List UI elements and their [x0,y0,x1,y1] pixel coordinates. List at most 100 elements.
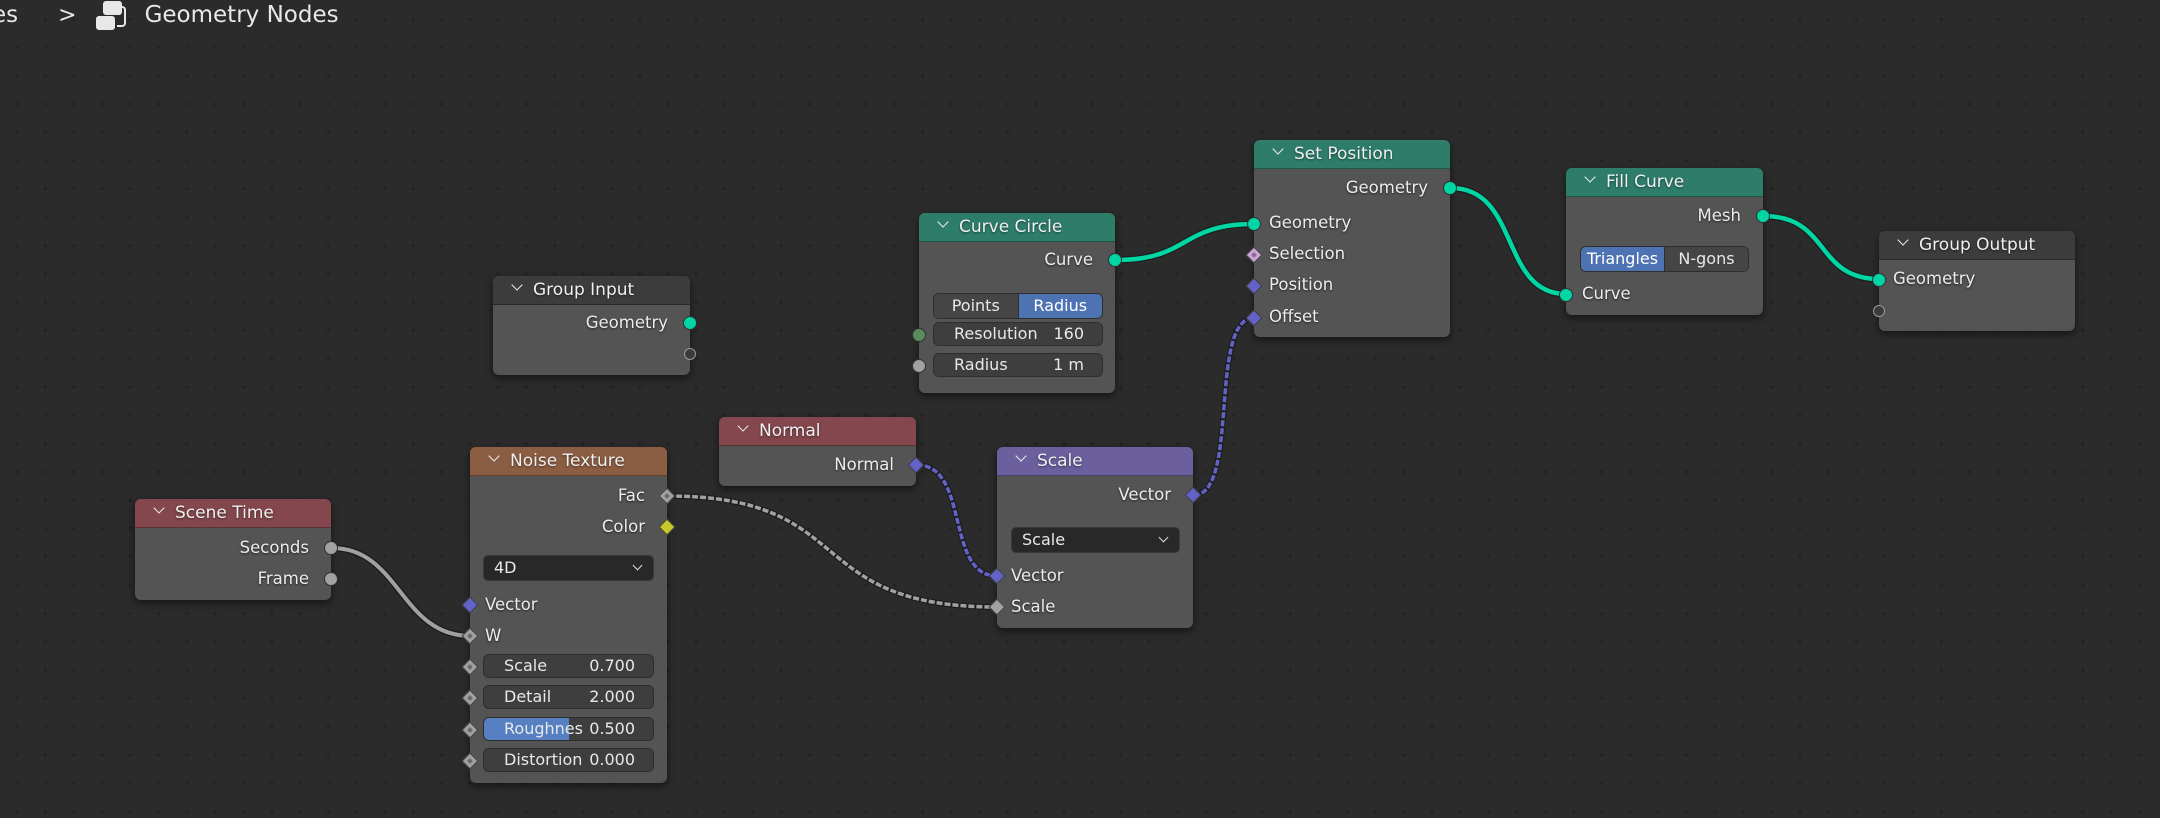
link-geometry-to-curve[interactable] [1450,185,1567,297]
roughness-slider[interactable]: Roughnes 0.500 [483,717,654,741]
link-fac-to-scale[interactable] [667,494,998,609]
chevron-right-icon: > [58,2,77,28]
socket-geometry-in[interactable] [1872,273,1886,287]
node-set-position[interactable]: Set Position Geometry Geometry Selection… [1245,140,1457,337]
mode-radius-button[interactable]: Radius [1017,294,1102,318]
node-normal[interactable]: Normal Normal [719,417,925,486]
field-value: 0.000 [589,750,635,769]
link-curve-to-geometry[interactable] [1115,221,1255,263]
node-group-output[interactable]: Group Output Geometry [1872,231,2075,331]
node-header[interactable]: Fill Curve [1566,168,1763,197]
node-title: Group Input [533,280,635,300]
detail-field[interactable]: Detail 2.000 [483,685,654,709]
socket-normal-out[interactable] [907,456,925,474]
link-vector-to-offset[interactable] [1193,316,1255,497]
node-header[interactable]: Scene Time [135,499,331,528]
output-mesh-label: Mesh [1697,206,1741,225]
mode-triangles-button[interactable]: Triangles [1581,247,1664,271]
node-title: Normal [759,421,821,441]
socket-detail-in[interactable] [461,689,479,707]
socket-radius-in[interactable] [912,359,926,373]
input-position-label: Position [1269,275,1334,294]
socket-geometry-out[interactable] [1443,181,1457,195]
field-label: Distortion [504,750,583,769]
node-scale[interactable]: Scale Vector Scale Vector Scale [988,447,1202,628]
node-header[interactable]: Noise Texture [470,447,667,476]
chevron-down-icon[interactable] [511,281,523,293]
socket-resolution-in[interactable] [912,328,926,342]
dimensions-dropdown[interactable]: 4D [483,555,654,581]
socket-scale-in[interactable] [461,658,479,676]
link-mesh-to-geometry[interactable] [1763,213,1880,282]
link-fac-to-scale[interactable] [667,493,998,610]
field-value: 1 m [1053,355,1084,374]
node-header[interactable]: Set Position [1254,140,1450,169]
node-fill-curve[interactable]: Fill Curve Mesh Triangles N-gons Curve [1559,168,1770,315]
node-links [331,184,1880,640]
socket-vector-in[interactable] [988,567,1006,585]
radius-field[interactable]: Radius 1 m [933,353,1103,377]
link-seconds-to-w[interactable] [331,546,472,638]
socket-roughness-in[interactable] [461,721,479,739]
mode-toggle[interactable]: Points Radius [933,293,1103,319]
socket-empty-in[interactable] [1873,305,1885,317]
node-title: Group Output [1919,235,2036,255]
breadcrumb-previous[interactable]: es [0,2,18,28]
chevron-down-icon[interactable] [737,422,749,434]
node-group-input[interactable]: Group Input Geometry [493,276,697,375]
chevron-down-icon[interactable] [1015,452,1027,464]
socket-mesh-out[interactable] [1756,209,1770,223]
link-geometry-to-curve[interactable] [1450,184,1567,298]
input-geometry-label: Geometry [1269,213,1352,232]
mode-toggle[interactable]: Triangles N-gons [1580,246,1749,272]
socket-empty-out[interactable] [684,348,696,360]
node-header[interactable]: Scale [997,447,1193,476]
node-header[interactable]: Normal [719,417,916,446]
chevron-down-icon[interactable] [937,218,949,230]
distortion-field[interactable]: Distortion 0.000 [483,748,654,772]
chevron-down-icon[interactable] [1897,236,1909,248]
socket-curve-in[interactable] [1559,288,1573,302]
output-vector-label: Vector [1118,485,1171,504]
socket-geometry-in[interactable] [1247,217,1261,231]
socket-scale-in[interactable] [988,598,1006,616]
link-normal-to-vector[interactable] [916,463,998,578]
link-curve-to-geometry[interactable] [1115,220,1255,264]
socket-vector-out[interactable] [1184,486,1202,504]
socket-frame-out[interactable] [324,572,338,586]
mode-ngons-button[interactable]: N-gons [1664,247,1748,271]
chevron-down-icon[interactable] [153,504,165,516]
node-header[interactable]: Group Input [493,276,690,305]
socket-offset-in[interactable] [1245,309,1263,327]
field-label: Detail [504,687,552,706]
socket-distortion-in[interactable] [461,752,479,770]
socket-seconds-out[interactable] [324,541,338,555]
scale-field[interactable]: Scale 0.700 [483,654,654,678]
socket-selection-in[interactable] [1245,246,1263,264]
node-header[interactable]: Group Output [1879,231,2075,260]
socket-w-in[interactable] [461,627,479,645]
node-scene-time[interactable]: Scene Time Seconds Frame [135,499,338,600]
node-curve-circle[interactable]: Curve Circle Curve Points Radius Resolut… [912,213,1122,393]
field-value: 2.000 [589,687,635,706]
socket-geometry-out[interactable] [683,316,697,330]
mode-points-button[interactable]: Points [934,294,1018,318]
chevron-down-icon[interactable] [1272,145,1284,157]
link-normal-to-vector[interactable] [916,462,998,579]
link-seconds-to-w[interactable] [331,544,472,640]
link-mesh-to-geometry[interactable] [1763,212,1880,283]
node-noise-texture[interactable]: Noise Texture Fac Color 4D Vector W Scal… [461,447,676,783]
input-offset-label: Offset [1269,307,1319,326]
socket-position-in[interactable] [1245,277,1263,295]
chevron-down-icon[interactable] [488,452,500,464]
link-vector-to-offset[interactable] [1193,315,1255,498]
node-header[interactable]: Curve Circle [919,213,1115,242]
chevron-down-icon[interactable] [1584,173,1596,185]
socket-color-out[interactable] [658,518,676,536]
output-color-label: Color [601,517,645,536]
socket-fac-out[interactable] [658,487,676,505]
socket-curve-out[interactable] [1108,253,1122,267]
operation-dropdown[interactable]: Scale [1011,527,1180,553]
socket-vector-in[interactable] [461,596,479,614]
resolution-field[interactable]: Resolution 160 [933,322,1103,346]
